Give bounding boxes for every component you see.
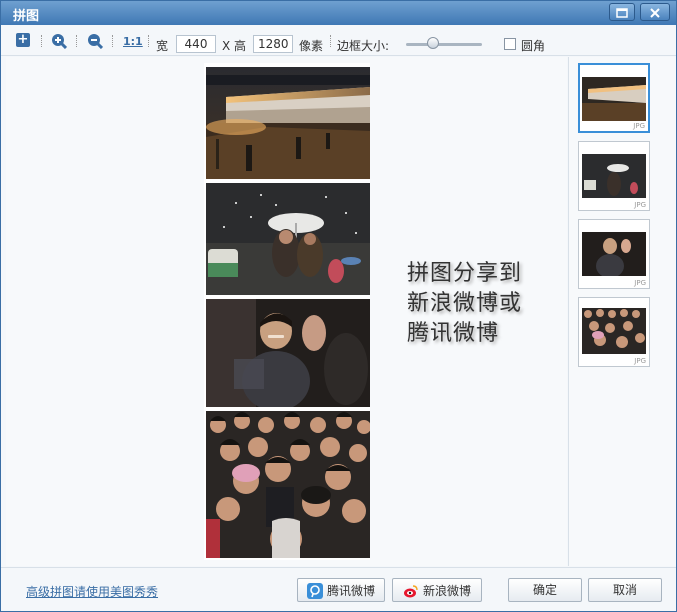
share-tencent-weibo-button[interactable]: 腾讯微博 — [297, 578, 385, 602]
border-size-label: 边框大小: — [337, 39, 390, 53]
toolbar-separator — [330, 35, 332, 47]
puzzle-photo-snow-crowd[interactable] — [206, 183, 370, 295]
share-sina-weibo-button[interactable]: 新浪微博 — [392, 578, 482, 602]
snow-photo-image — [206, 183, 370, 295]
maximize-icon — [616, 8, 628, 18]
thumbnail-format-badge: JPG — [634, 279, 646, 287]
rounded-corner-label: 圆角 — [521, 39, 546, 53]
thumbnail-format-badge: JPG — [634, 201, 646, 209]
zoom-in-button[interactable] — [51, 33, 68, 50]
add-icon: + — [16, 32, 30, 47]
share-prompt-text: 拼图分享到新浪微博或腾讯微博 — [407, 261, 523, 346]
window-title: 拼图 — [13, 9, 40, 24]
thumbnail-train-image — [582, 77, 646, 121]
actual-size-button[interactable]: 1:1 — [123, 35, 143, 48]
add-button[interactable]: + — [16, 33, 32, 49]
cancel-button[interactable]: 取消 — [588, 578, 662, 602]
tencent-weibo-icon — [306, 582, 323, 599]
puzzle-window: 拼图 + 1:1 宽 440 X 高 1280 像素 边框大小: 圆角 拼图分享… — [0, 0, 677, 612]
thumbnail-format-badge: JPG — [633, 122, 645, 130]
puzzle-photo-train-station[interactable] — [206, 67, 370, 179]
close-button[interactable] — [640, 3, 670, 21]
toolbar: + 1:1 宽 440 X 高 1280 像素 边框大小: 圆角 — [1, 25, 676, 56]
waving-photo-image — [206, 299, 370, 407]
puzzle-photo-waving-person[interactable] — [206, 299, 370, 407]
toolbar-separator — [148, 35, 150, 47]
thumbnail-item-3[interactable]: JPG — [578, 219, 650, 289]
train-photo-image — [206, 67, 370, 179]
height-input[interactable]: 1280 — [253, 35, 293, 53]
thumbnail-item-1[interactable]: JPG — [578, 63, 650, 133]
zoom-in-icon — [52, 34, 68, 50]
thumbnail-item-2[interactable]: JPG — [578, 141, 650, 211]
zoom-out-icon — [88, 34, 104, 50]
border-size-slider[interactable] — [406, 43, 482, 46]
toolbar-separator — [112, 35, 114, 47]
thumbnail-item-4[interactable]: JPG — [578, 297, 650, 367]
toolbar-separator — [41, 35, 43, 47]
thumbnail-format-badge: JPG — [634, 357, 646, 365]
toolbar-separator — [76, 35, 78, 47]
thumbnail-waving-image — [582, 232, 646, 276]
ok-button[interactable]: 确定 — [508, 578, 582, 602]
zoom-out-button[interactable] — [87, 33, 104, 50]
tencent-weibo-label: 腾讯微博 — [326, 583, 375, 598]
advanced-puzzle-link[interactable]: 高级拼图请使用美图秀秀 — [26, 583, 158, 600]
width-label: 宽 — [156, 39, 169, 53]
unit-label: 像素 — [299, 39, 324, 53]
sina-weibo-icon — [403, 583, 419, 599]
thumbnail-snow-image — [582, 154, 646, 198]
width-input[interactable]: 440 — [176, 35, 216, 53]
puzzle-photo-crowd[interactable] — [206, 411, 370, 558]
title-bar: 拼图 — [1, 1, 676, 25]
close-icon — [650, 8, 660, 18]
sina-weibo-label: 新浪微博 — [422, 583, 471, 598]
border-size-slider-thumb[interactable] — [426, 37, 439, 49]
rounded-corner-checkbox[interactable] — [504, 38, 516, 50]
height-label: X 高 — [222, 39, 247, 53]
maximize-button[interactable] — [609, 3, 635, 21]
footer-bar: 高级拼图请使用美图秀秀 腾讯微博 新浪微博 确定 取消 — [1, 567, 676, 611]
thumbnail-crowd-image — [582, 308, 646, 354]
crowd-photo-image — [206, 411, 370, 558]
